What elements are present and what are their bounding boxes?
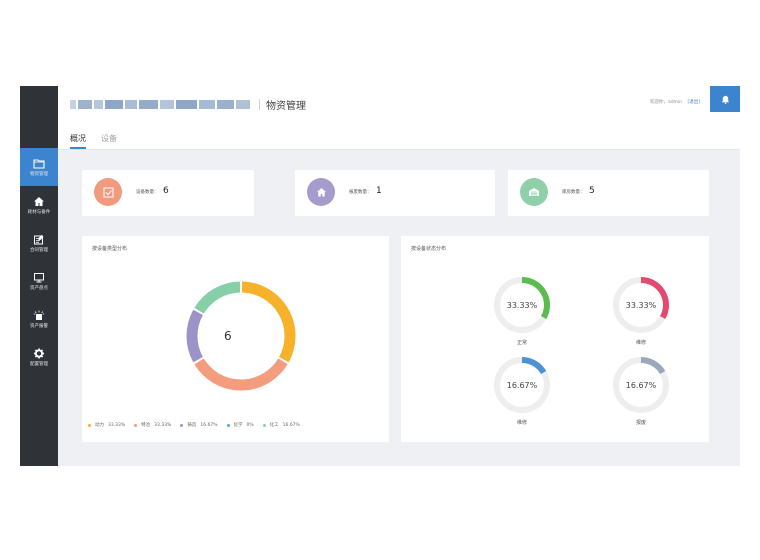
stat-value: 5 bbox=[589, 186, 595, 196]
sidebar-item-materials[interactable]: 物资管理 bbox=[20, 148, 58, 186]
stat-card-warehouses: 库房数量： 5 bbox=[508, 170, 709, 216]
alarm-icon bbox=[33, 310, 45, 320]
sidebar-item-inventory[interactable]: 资产盘点 bbox=[20, 262, 58, 300]
sidebar: 物资管理 耗材与备件 合同管理 资产盘点 资产报警 配置管理 bbox=[20, 86, 58, 466]
sidebar-item-label: 物资管理 bbox=[30, 171, 48, 177]
monitor-icon bbox=[34, 272, 44, 282]
donut-slice-2 bbox=[186, 309, 204, 363]
status-gauge-charts: 33.33% 正常 33.33% 维修 16.67% 维修 16.67% 报废 bbox=[494, 277, 669, 426]
warehouse-icon bbox=[529, 188, 539, 196]
gauge-label: 维修 bbox=[517, 419, 527, 426]
stat-circle bbox=[307, 178, 335, 206]
stat-circle bbox=[520, 178, 548, 206]
header-divider bbox=[259, 99, 260, 110]
gauge-value: 33.33% bbox=[626, 301, 657, 310]
welcome-text: 欢迎你， bbox=[649, 100, 668, 105]
notification-button[interactable] bbox=[710, 86, 740, 112]
sidebar-top bbox=[20, 86, 58, 148]
donut-slice-0 bbox=[241, 281, 296, 363]
gauge-value: 16.67% bbox=[507, 381, 538, 390]
app-window: 物资管理 耗材与备件 合同管理 资产盘点 资产报警 配置管理 物资管理 欢迎你，… bbox=[20, 86, 740, 466]
legend-label: 铸造 bbox=[187, 423, 197, 428]
legend-label: 化学 bbox=[233, 423, 243, 428]
gauge-value: 33.33% bbox=[507, 301, 538, 310]
status-distribution-panel: 按设备状态分布 33.33% 正常 33.33% 维修 16.67% 维修 16.67% 报废 bbox=[401, 236, 709, 442]
legend-swatch bbox=[226, 423, 230, 427]
top-header: 物资管理 欢迎你，admin [退出] 概况 设备 bbox=[58, 86, 740, 150]
legend-label: 化工 bbox=[269, 423, 279, 428]
legend-item[interactable]: 动力 33.33% bbox=[88, 422, 125, 428]
stat-label: 报废数量： bbox=[349, 190, 372, 195]
gear-icon bbox=[33, 347, 45, 359]
folder-icon bbox=[33, 158, 45, 169]
page-title: 物资管理 bbox=[266, 101, 306, 112]
gauge-label: 报废 bbox=[636, 419, 646, 426]
gauge-value: 16.67% bbox=[626, 381, 657, 390]
gauge-arc-2 bbox=[521, 357, 547, 375]
type-donut-chart: 6 bbox=[186, 281, 296, 391]
sidebar-item-consumables[interactable]: 耗材与备件 bbox=[20, 186, 58, 224]
legend-value: 33.33% bbox=[108, 422, 126, 428]
sidebar-item-label: 配置管理 bbox=[30, 361, 48, 367]
sidebar-item-contracts[interactable]: 合同管理 bbox=[20, 224, 58, 262]
gauge-label: 正常 bbox=[517, 339, 527, 346]
donut-slice-1 bbox=[194, 358, 288, 391]
sidebar-item-label: 资产盘点 bbox=[30, 285, 48, 291]
stat-value: 1 bbox=[376, 186, 382, 196]
type-distribution-panel: 按设备类型分布 6 动力 33.33% 特冶 33.33% 铸造 16.67% 化学 0% 化工… bbox=[82, 236, 389, 442]
logout-link[interactable]: [退出] bbox=[687, 100, 700, 105]
username: admin bbox=[667, 100, 683, 105]
legend-item[interactable]: 铸造 16.67% bbox=[180, 422, 218, 428]
tab-overview[interactable]: 概况 bbox=[70, 133, 86, 149]
legend-item[interactable]: 特冶 33.33% bbox=[134, 422, 171, 428]
legend-value: 16.67% bbox=[282, 422, 300, 428]
sidebar-item-alarm[interactable]: 资产报警 bbox=[20, 300, 58, 338]
legend-swatch bbox=[88, 423, 91, 427]
legend-label: 特冶 bbox=[141, 423, 151, 428]
gauge-arc-1 bbox=[640, 277, 669, 319]
tab-devices[interactable]: 设备 bbox=[101, 133, 117, 149]
donut-center-value: 6 bbox=[224, 329, 232, 343]
legend-item[interactable]: 化学 0% bbox=[226, 422, 254, 428]
stat-card-scrapped: 报废数量： 1 bbox=[295, 170, 495, 216]
legend-swatch bbox=[134, 423, 138, 427]
sidebar-item-label: 合同管理 bbox=[30, 247, 48, 253]
checkbox-icon bbox=[103, 187, 113, 197]
home-icon bbox=[34, 196, 44, 206]
edit-document-icon bbox=[34, 234, 44, 244]
legend-value: 0% bbox=[246, 422, 254, 428]
sidebar-item-config[interactable]: 配置管理 bbox=[20, 338, 58, 376]
sidebar-item-label: 资产报警 bbox=[30, 323, 48, 329]
chart-legend: 动力 33.33% 特冶 33.33% 铸造 16.67% 化学 0% 化工 16.67% bbox=[88, 422, 300, 428]
legend-item[interactable]: 化工 16.67% bbox=[262, 422, 300, 428]
stat-card-devices: 设备数量： 6 bbox=[82, 170, 254, 216]
legend-label: 动力 bbox=[95, 423, 104, 428]
gauge-label: 维修 bbox=[636, 339, 646, 346]
blurred-logo bbox=[70, 100, 250, 109]
gauge-arc-3 bbox=[640, 357, 666, 375]
legend-swatch bbox=[262, 423, 266, 427]
stat-circle bbox=[94, 178, 122, 206]
donut-slice-4 bbox=[194, 281, 241, 314]
user-info: 欢迎你，admin [退出] bbox=[650, 99, 700, 105]
tab-bar: 概况 设备 bbox=[70, 133, 117, 149]
stat-label: 库房数量： bbox=[562, 190, 585, 195]
stat-label: 设备数量： bbox=[136, 190, 159, 195]
legend-swatch bbox=[180, 423, 184, 427]
legend-value: 16.67% bbox=[200, 422, 218, 428]
legend-value: 33.33% bbox=[154, 422, 172, 428]
bell-icon bbox=[721, 95, 729, 104]
stat-value: 6 bbox=[163, 186, 169, 196]
home-icon bbox=[316, 187, 326, 196]
sidebar-item-label: 耗材与备件 bbox=[27, 209, 51, 215]
gauge-arc-0 bbox=[521, 277, 550, 319]
